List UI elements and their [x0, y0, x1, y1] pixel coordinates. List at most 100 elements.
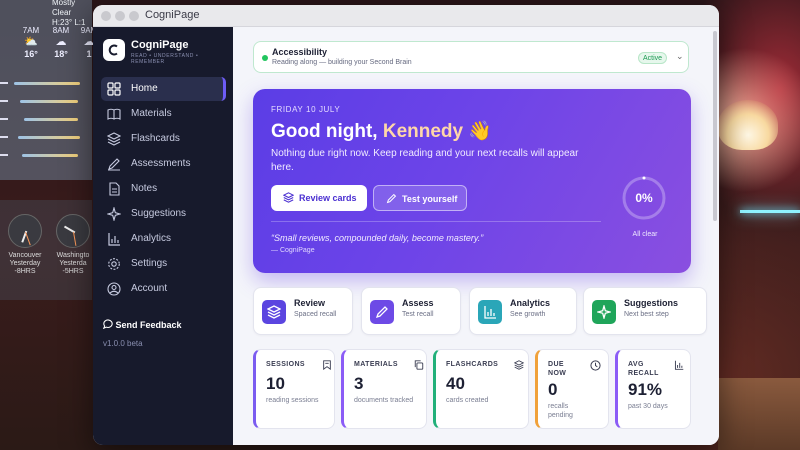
layers-icon: [107, 132, 121, 146]
cloud-icon: ☁: [55, 36, 67, 48]
sidebar-item-analytics[interactable]: Analytics: [101, 227, 226, 251]
sun-cloud-icon: ⛅: [24, 36, 38, 48]
close-window-button[interactable]: [101, 11, 111, 21]
send-feedback-button[interactable]: Send Feedback: [102, 319, 182, 330]
window-title: CogniPage: [145, 9, 200, 21]
hero-card: FRIDAY 10 JULY Good night, Kennedy 👋 Not…: [253, 89, 691, 273]
bar-chart-icon: [674, 360, 684, 370]
document-icon: [109, 182, 120, 196]
sidebar-item-account[interactable]: Account: [101, 277, 226, 301]
stat-card-avg-recall[interactable]: AVG RECALL 91% past 30 days: [615, 349, 691, 429]
sidebar-item-materials[interactable]: Materials: [101, 102, 226, 126]
wave-icon: 👋: [468, 121, 493, 142]
quick-action-review[interactable]: Review Spaced recall: [253, 287, 353, 335]
sidebar-item-label: Assessments: [131, 158, 191, 169]
zoom-window-button[interactable]: [129, 11, 139, 21]
quick-action-icon: [370, 300, 394, 324]
weather-hour-temp: 18°: [54, 49, 68, 59]
quick-action-icon: [592, 300, 616, 324]
test-yourself-label: Test yourself: [402, 194, 458, 204]
app-version: v1.0.0 beta: [103, 339, 143, 348]
scrollbar[interactable]: [713, 31, 717, 221]
sidebar-item-notes[interactable]: Notes: [101, 177, 226, 201]
user-icon: [107, 282, 121, 296]
send-feedback-label: Send Feedback: [115, 320, 182, 330]
bar-chart-icon: [484, 306, 496, 319]
forecast-dash: [0, 82, 8, 84]
hero-quote: “Small reviews, compounded daily, become…: [271, 233, 484, 243]
sidebar-item-suggestions[interactable]: Suggestions: [101, 202, 226, 226]
sidebar-item-home[interactable]: Home: [101, 77, 226, 101]
quick-action-icon: [478, 300, 502, 324]
stat-card-flashcards[interactable]: FLASHCARDS 40 cards created: [433, 349, 529, 429]
weather-hour-temp: 16°: [24, 49, 38, 59]
stat-value: 10: [266, 374, 285, 393]
pencil-icon: [108, 158, 120, 171]
sidebar-item-settings[interactable]: Settings: [101, 252, 226, 276]
quick-action-title: Assess: [402, 298, 434, 308]
status-badge: Active: [638, 52, 668, 64]
weather-hour-time: 7AM: [22, 26, 40, 35]
sidebar-item-label: Account: [131, 283, 168, 294]
bar-chart-icon: [108, 233, 120, 246]
sidebar-item-label: Settings: [131, 258, 168, 269]
stat-subtext: reading sessions: [266, 397, 319, 404]
quick-action-subtitle: Spaced recall: [294, 311, 337, 318]
accessibility-banner[interactable]: Accessibility Reading along — building y…: [253, 41, 689, 73]
brand-name: CogniPage: [131, 39, 189, 51]
stat-label: MATERIALS: [354, 361, 398, 368]
world-clock-widget[interactable]: Vancouver Yesterday -8HRS Washingto Yest…: [0, 200, 92, 300]
stat-value: 3: [354, 374, 364, 393]
stat-value: 91%: [628, 380, 663, 399]
layers-icon: [283, 192, 294, 203]
sidebar-item-label: Analytics: [131, 233, 172, 244]
stat-value: 40: [446, 374, 465, 393]
clock-day: Yesterda: [59, 260, 87, 267]
neon-light: [740, 210, 800, 213]
stat-label: AVG RECALL: [628, 361, 659, 377]
pencil-icon: [386, 193, 397, 204]
layers-icon: [267, 305, 281, 319]
stat-label: DUE NOW: [548, 361, 567, 377]
bookmark-icon: [323, 360, 331, 370]
sidebar-item-flashcards[interactable]: Flashcards: [101, 127, 226, 151]
weather-header: Mostly Clear H:23° L:1: [52, 0, 92, 28]
weather-widget[interactable]: Mostly Clear H:23° L:1 7AM ⛅ 16° 8AM ☁ 1…: [0, 0, 97, 180]
wooden-table: [718, 378, 800, 450]
sidebar-item-label: Notes: [131, 183, 158, 194]
forecast-bar: [14, 82, 80, 85]
review-cards-button[interactable]: Review cards: [271, 185, 367, 211]
forecast-dash: [0, 118, 8, 120]
sparkle-icon: [107, 207, 121, 221]
logo-mark-icon: [108, 44, 118, 56]
clock-icon: [590, 360, 601, 371]
title-bar: CogniPage: [93, 5, 719, 27]
sparkle-icon: [597, 305, 611, 319]
stat-card-sessions[interactable]: SESSIONS 10 reading sessions: [253, 349, 335, 429]
quick-action-suggestions[interactable]: Suggestions Next best step: [583, 287, 707, 335]
sidebar-item-assessments[interactable]: Assessments: [101, 152, 226, 176]
forecast-bar: [24, 118, 78, 121]
clock-label: Washingto Yesterda -5HRS: [51, 252, 95, 276]
minimize-window-button[interactable]: [115, 11, 125, 21]
pencil-icon: [375, 306, 388, 319]
quick-action-assess[interactable]: Assess Test recall: [361, 287, 461, 335]
weather-hour-time: 8AM: [52, 26, 70, 35]
hero-message: Nothing due right now. Keep reading and …: [271, 148, 579, 173]
clock-face-icon: [8, 214, 42, 248]
chevron-down-icon[interactable]: ⌄: [676, 51, 684, 62]
stat-value: 0: [548, 380, 558, 399]
stat-card-materials[interactable]: MATERIALS 3 documents tracked: [341, 349, 427, 429]
stat-subtext: recalls pending: [548, 403, 573, 419]
test-yourself-button[interactable]: Test yourself: [373, 185, 467, 211]
clock-offset: -8HRS: [14, 268, 36, 275]
stat-label: FLASHCARDS: [446, 361, 499, 368]
quick-action-title: Analytics: [510, 298, 551, 308]
user-name: Kennedy: [382, 121, 464, 142]
sidebar-item-label: Suggestions: [131, 208, 187, 219]
stat-card-due-now[interactable]: DUE NOW 0 recalls pending: [535, 349, 609, 429]
main-content: Accessibility Reading along — building y…: [233, 27, 719, 445]
accessibility-title: Accessibility: [272, 47, 328, 57]
quick-action-analytics[interactable]: Analytics See growth: [469, 287, 577, 335]
sidebar-item-label: Flashcards: [131, 133, 180, 144]
